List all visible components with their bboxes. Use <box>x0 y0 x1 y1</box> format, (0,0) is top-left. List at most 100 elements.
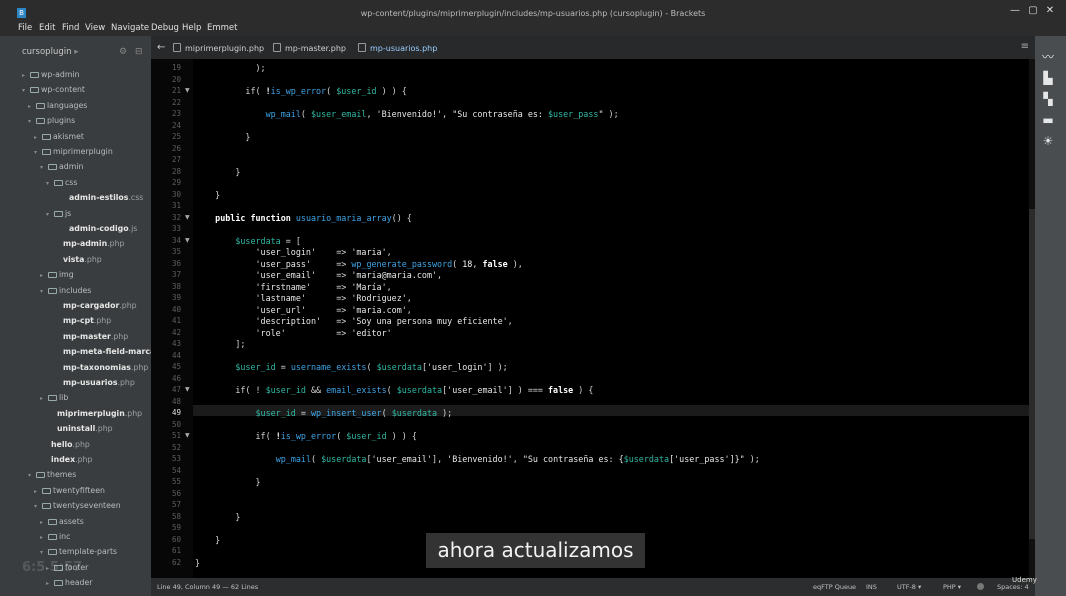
linter-status-icon[interactable] <box>977 583 984 590</box>
tree-file[interactable]: admin-codigo.js <box>60 222 137 236</box>
caret-right-icon[interactable]: ▸ <box>40 516 48 530</box>
code-line[interactable]: } <box>195 132 250 142</box>
tree-file[interactable]: mp-master.php <box>54 330 128 344</box>
tree-folder[interactable]: ▾ twentyseventeen <box>34 499 121 513</box>
settings-gear-icon[interactable]: ⚙ <box>119 47 127 57</box>
tree-folder[interactable]: ▸ twentyfifteen <box>34 484 105 498</box>
caret-right-icon[interactable]: ▸ <box>34 485 42 499</box>
code-line[interactable]: if( !is_wp_error( $user_id ) ) { <box>195 431 417 441</box>
tree-file[interactable]: admin-estilos.css <box>60 191 143 205</box>
fold-arrow-icon[interactable]: ▼ <box>185 87 190 94</box>
tree-folder[interactable]: ▸ languages <box>28 99 87 113</box>
caret-right-icon[interactable]: ▸ <box>40 269 48 283</box>
fold-arrow-icon[interactable]: ▼ <box>185 214 190 221</box>
fold-arrow-icon[interactable]: ▼ <box>185 432 190 439</box>
code-line[interactable]: 'lastname' => 'Rodriguez', <box>195 293 412 303</box>
menu-help[interactable]: Help <box>182 23 201 33</box>
tree-file[interactable]: mp-taxonomias.php <box>54 361 148 375</box>
caret-right-icon[interactable]: ▸ <box>22 69 30 83</box>
tab-mp-usuarios[interactable]: mp-usuarios.php <box>358 41 437 57</box>
caret-down-icon[interactable]: ▾ <box>40 546 48 560</box>
code-line[interactable]: 'user_email' => 'maria@maria.com', <box>195 270 443 280</box>
tree-folder[interactable]: ▾ css <box>46 176 77 190</box>
indent-spaces[interactable]: Spaces: 4 <box>997 583 1029 591</box>
menu-emmet[interactable]: Emmet <box>207 23 238 33</box>
code-line[interactable]: } <box>195 477 261 487</box>
tree-folder[interactable]: ▾ js <box>46 207 71 221</box>
code-line[interactable]: if( !is_wp_error( $user_id ) ) { <box>195 86 406 96</box>
code-line[interactable]: 'user_url' => 'maria.com', <box>195 305 412 315</box>
tree-folder[interactable]: ▸ lib <box>40 391 68 405</box>
encoding-select[interactable]: UTF-8 ▾ <box>897 583 921 591</box>
project-name[interactable]: cursoplugin ▸ <box>22 47 78 57</box>
menu-file[interactable]: File <box>18 23 32 33</box>
tab-miprimerplugin[interactable]: miprimerplugin.php <box>173 41 264 57</box>
code-line[interactable]: wp_mail( $user_email, 'Bienvenido!', "Su… <box>195 109 619 119</box>
tree-folder[interactable]: ▾ admin <box>40 160 83 174</box>
code-line[interactable]: public function usuario_maria_array() { <box>195 213 412 223</box>
extension-manager-icon[interactable]: ▙ <box>1040 71 1056 85</box>
tree-folder[interactable]: ▸ inc <box>40 530 70 544</box>
tree-folder[interactable]: ▸ assets <box>40 515 84 529</box>
code-line[interactable]: 'user_pass' => wp_generate_password( 18,… <box>195 259 523 269</box>
caret-right-icon[interactable]: ▸ <box>40 531 48 545</box>
tree-file[interactable]: mp-admin.php <box>54 237 124 251</box>
tree-folder[interactable]: ▾ plugins <box>28 114 75 128</box>
checker-icon[interactable]: ▚ <box>1040 92 1056 106</box>
caret-down-icon[interactable]: ▾ <box>34 146 42 160</box>
minimize-button[interactable]: — <box>1008 5 1022 17</box>
live-preview-icon[interactable]: 〰 <box>1040 50 1056 64</box>
tree-folder[interactable]: ▾ themes <box>28 468 76 482</box>
code-line[interactable]: $user_id = wp_insert_user( $userdata ); <box>195 408 453 418</box>
tree-folder[interactable]: ▾ wp-content <box>22 83 85 97</box>
tree-folder[interactable]: ▸ header <box>46 576 92 590</box>
tree-folder[interactable]: ▸ akismet <box>34 130 84 144</box>
menu-edit[interactable]: Edit <box>39 23 55 33</box>
menu-navigate[interactable]: Navigate <box>111 23 149 33</box>
caret-down-icon[interactable]: ▾ <box>22 84 30 98</box>
caret-down-icon[interactable]: ▾ <box>28 469 36 483</box>
fold-arrow-icon[interactable]: ▼ <box>185 237 190 244</box>
split-view-icon[interactable]: ⊟ <box>135 47 143 57</box>
code-line[interactable]: 'description' => 'Soy una persona muy ef… <box>195 316 513 326</box>
code-line[interactable]: ]; <box>195 339 245 349</box>
caret-down-icon[interactable]: ▾ <box>28 115 36 129</box>
code-line[interactable]: } <box>195 512 240 522</box>
code-line[interactable]: } <box>195 190 220 200</box>
caret-right-icon[interactable]: ▸ <box>40 392 48 406</box>
caret-down-icon[interactable]: ▾ <box>46 208 54 222</box>
tree-file[interactable]: mp-cpt.php <box>54 314 111 328</box>
code-line[interactable]: } <box>195 558 200 568</box>
tree-file[interactable]: uninstall.php <box>48 422 113 436</box>
code-line[interactable]: if( ! $user_id && email_exists( $userdat… <box>195 385 593 395</box>
tree-file[interactable]: index.php <box>42 453 92 467</box>
code-line[interactable]: 'user_login' => 'maria', <box>195 247 392 257</box>
caret-down-icon[interactable]: ▾ <box>40 161 48 175</box>
tree-folder[interactable]: ▾ template-parts <box>40 545 117 559</box>
eqftp-queue[interactable]: eqFTP Queue <box>813 583 856 591</box>
code-line[interactable]: $user_id = username_exists( $userdata['u… <box>195 362 507 372</box>
tree-file[interactable]: mp-cargador.php <box>54 299 137 313</box>
fold-arrow-icon[interactable]: ▼ <box>185 386 190 393</box>
language-select[interactable]: PHP ▾ <box>943 583 961 591</box>
maximize-button[interactable]: ▢ <box>1026 5 1040 17</box>
caret-down-icon[interactable]: ▾ <box>40 285 48 299</box>
code-line[interactable]: 'role' => 'editor' <box>195 328 392 338</box>
tree-file[interactable]: mp-meta-field-marca <box>54 345 151 359</box>
folder-icon[interactable]: ▬ <box>1040 113 1056 127</box>
tree-folder[interactable]: ▾ miprimerplugin <box>34 145 113 159</box>
caret-down-icon[interactable]: ▾ <box>34 500 42 514</box>
lightbulb-icon[interactable]: ☀ <box>1040 134 1056 148</box>
code-line[interactable]: 'firstname' => 'María', <box>195 282 392 292</box>
code-line[interactable]: } <box>195 535 220 545</box>
code-editor[interactable]: 19 20 21 ▼ 22 23 24 25 26 27 28 29 30 31 32 ▼ 33 34 ▼ 35 36 3… <box>151 59 1035 578</box>
tab-mp-master[interactable]: mp-master.php <box>273 41 346 57</box>
caret-right-icon[interactable]: ▸ <box>34 131 42 145</box>
tree-folder[interactable]: ▸ img <box>40 268 74 282</box>
code-line[interactable]: $userdata = [ <box>195 236 301 246</box>
close-button[interactable]: ✕ <box>1043 5 1057 17</box>
code-line[interactable]: ); <box>195 63 266 73</box>
tab-menu-icon[interactable]: ≡ <box>1021 41 1029 52</box>
tree-file[interactable]: mp-usuarios.php <box>54 376 135 390</box>
tree-folder[interactable]: ▾ includes <box>40 284 91 298</box>
